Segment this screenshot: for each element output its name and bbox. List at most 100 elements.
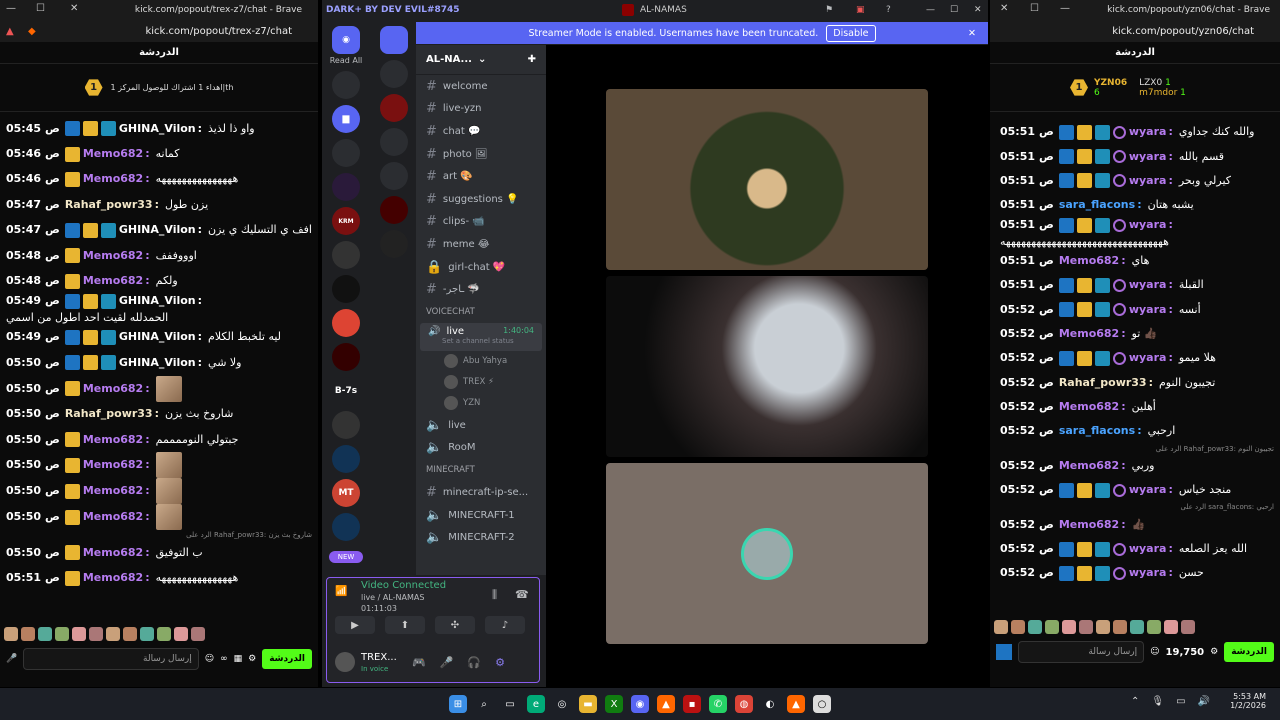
mod-badge-icon[interactable] xyxy=(1058,217,1074,233)
server-icon[interactable] xyxy=(332,275,360,303)
disconnect-icon[interactable]: ☎ xyxy=(515,588,529,601)
obs-icon[interactable]: ◐ xyxy=(761,695,779,713)
message-username[interactable]: Memo682 xyxy=(83,484,143,498)
chrome-icon[interactable]: ◍ xyxy=(735,695,753,713)
folder-icon[interactable]: ▆ xyxy=(332,105,360,133)
emote-icon[interactable] xyxy=(1045,620,1059,634)
crown-badge-icon[interactable] xyxy=(1076,302,1092,318)
mic-icon[interactable]: 🎙 xyxy=(1151,696,1164,707)
chat-message[interactable]: 05:52 ص Memo682: 👍🏿 xyxy=(994,512,1280,536)
og-badge-icon[interactable] xyxy=(100,121,116,137)
crown-badge-icon[interactable] xyxy=(64,432,80,448)
server-icon[interactable]: MT xyxy=(332,479,360,507)
chat-message[interactable]: 05:48 ص Memo682: اوووففف xyxy=(0,243,318,268)
ring-badge-icon[interactable] xyxy=(1112,174,1126,188)
message-username[interactable]: Memo682 xyxy=(1059,459,1119,473)
emote-icon[interactable] xyxy=(1028,620,1042,634)
emote-icon[interactable] xyxy=(1011,620,1025,634)
text-channel[interactable]: # photo 🖼 xyxy=(416,143,546,166)
crown-badge-icon[interactable] xyxy=(1076,277,1092,293)
points-balance[interactable]: 19,750 xyxy=(1166,647,1205,658)
mic-icon[interactable]: 🎤 xyxy=(440,656,454,669)
ring-badge-icon[interactable] xyxy=(1112,351,1126,365)
message-username[interactable]: sara_flacons xyxy=(1059,198,1135,212)
message-username[interactable]: Memo682 xyxy=(83,433,143,447)
emote-icon[interactable] xyxy=(55,627,69,641)
og-badge-icon[interactable] xyxy=(100,355,116,371)
emote-icon[interactable] xyxy=(1062,620,1076,634)
settings-icon[interactable]: ⚙ xyxy=(1210,647,1218,657)
mod-icon[interactable] xyxy=(996,644,1012,660)
crown-badge-icon[interactable] xyxy=(64,545,80,561)
reply-context[interactable]: الرد على sara_flacons: ارحبي xyxy=(994,502,1280,512)
minecraft-category[interactable]: MINECRAFT xyxy=(416,459,546,481)
server-icon[interactable] xyxy=(332,445,360,473)
chat-input[interactable]: إرسال رسالة xyxy=(1018,641,1145,663)
volume-icon[interactable]: 🔊 xyxy=(1198,696,1210,707)
mod-badge-icon[interactable] xyxy=(1058,302,1074,318)
soundboard-button[interactable]: ♪ xyxy=(485,616,525,634)
mod-badge-icon[interactable] xyxy=(1058,124,1074,140)
mod-badge-icon[interactable] xyxy=(64,121,80,137)
message-username[interactable]: Memo682 xyxy=(83,249,143,263)
channel-status[interactable]: Set a channel status xyxy=(428,337,514,345)
reply-context[interactable]: الرد على Rahaf_powr33: شاروخ بث يزن xyxy=(0,530,318,540)
crown-badge-icon[interactable] xyxy=(64,171,80,187)
emote-icon[interactable] xyxy=(1181,620,1195,634)
mod-badge-icon[interactable] xyxy=(64,293,80,309)
record-icon[interactable]: ▣ xyxy=(856,5,865,15)
server-icon[interactable] xyxy=(332,309,360,337)
og-badge-icon[interactable] xyxy=(1094,565,1110,581)
maximize-icon[interactable]: ☐ xyxy=(1030,3,1039,14)
xbox-icon[interactable]: X xyxy=(605,695,623,713)
settings-icon[interactable]: ⚙ xyxy=(248,654,256,664)
close-icon[interactable]: ✕ xyxy=(974,5,982,15)
voice-channel[interactable]: 🔈 MINECRAFT-2 xyxy=(416,526,546,549)
mod-badge-icon[interactable] xyxy=(64,222,80,238)
crown-badge-icon[interactable] xyxy=(64,483,80,499)
text-channel[interactable]: # suggestions 💡 xyxy=(416,188,546,211)
message-username[interactable]: GHINA_Vilon xyxy=(119,223,196,237)
og-badge-icon[interactable] xyxy=(1094,149,1110,165)
chat-message[interactable]: 05:51 ص wyara: القبلة xyxy=(994,273,1280,297)
headphones-icon[interactable]: 🎧 xyxy=(467,656,481,669)
disable-button[interactable]: Disable xyxy=(826,24,876,42)
og-badge-icon[interactable] xyxy=(1094,277,1110,293)
emote-icon[interactable] xyxy=(1113,620,1127,634)
top-gifter-2[interactable]: LZX0 xyxy=(1139,78,1162,88)
crown-badge-icon[interactable] xyxy=(1076,149,1092,165)
emote-icon[interactable] xyxy=(174,627,188,641)
crown-badge-icon[interactable] xyxy=(1076,350,1092,366)
chat-message[interactable]: 05:52 ص Memo682: أهلين xyxy=(994,395,1280,419)
chat-message[interactable]: 05:52 ص wyara: حسن xyxy=(994,561,1280,585)
og-badge-icon[interactable] xyxy=(100,222,116,238)
chat-message[interactable]: 05:49 ص GHINA_Vilon: ليه تلخبط الكلام xyxy=(0,325,318,350)
message-username[interactable]: wyara xyxy=(1129,278,1167,292)
emote-icon[interactable] xyxy=(140,627,154,641)
message-username[interactable]: wyara xyxy=(1129,125,1167,139)
crown-badge-icon[interactable] xyxy=(64,509,80,525)
brave-icon[interactable]: ▲ xyxy=(657,695,675,713)
og-badge-icon[interactable] xyxy=(1094,173,1110,189)
read-all[interactable]: Read All xyxy=(322,56,370,65)
crown-badge-icon[interactable] xyxy=(64,570,80,586)
ring-badge-icon[interactable] xyxy=(1112,150,1126,164)
server-icon[interactable] xyxy=(380,60,408,88)
server-icon[interactable] xyxy=(332,173,360,201)
network-icon[interactable]: ▭ xyxy=(1176,696,1185,707)
message-username[interactable]: Rahaf_powr33 xyxy=(65,407,153,421)
crown-badge-icon[interactable] xyxy=(1076,482,1092,498)
chat-message[interactable]: 05:51 ص sara_flacons: يشبه هتان xyxy=(994,193,1280,217)
mod-badge-icon[interactable] xyxy=(1058,173,1074,189)
og-badge-icon[interactable] xyxy=(1094,541,1110,557)
crown-badge-icon[interactable] xyxy=(1076,541,1092,557)
emote-icon[interactable] xyxy=(1079,620,1093,634)
minimize-icon[interactable]: — xyxy=(6,3,16,14)
mod-badge-icon[interactable] xyxy=(1058,277,1074,293)
chat-message[interactable]: 05:52 ص sara_flacons: ارحبي xyxy=(994,419,1280,443)
close-icon[interactable]: ✕ xyxy=(968,28,976,39)
voice-channel-live[interactable]: 🔊 live 1:40:04 Set a channel status xyxy=(420,322,542,351)
mod-badge-icon[interactable] xyxy=(1058,350,1074,366)
whatsapp-icon[interactable]: ✆ xyxy=(709,695,727,713)
text-channel[interactable]: # live-yzn xyxy=(416,98,546,121)
